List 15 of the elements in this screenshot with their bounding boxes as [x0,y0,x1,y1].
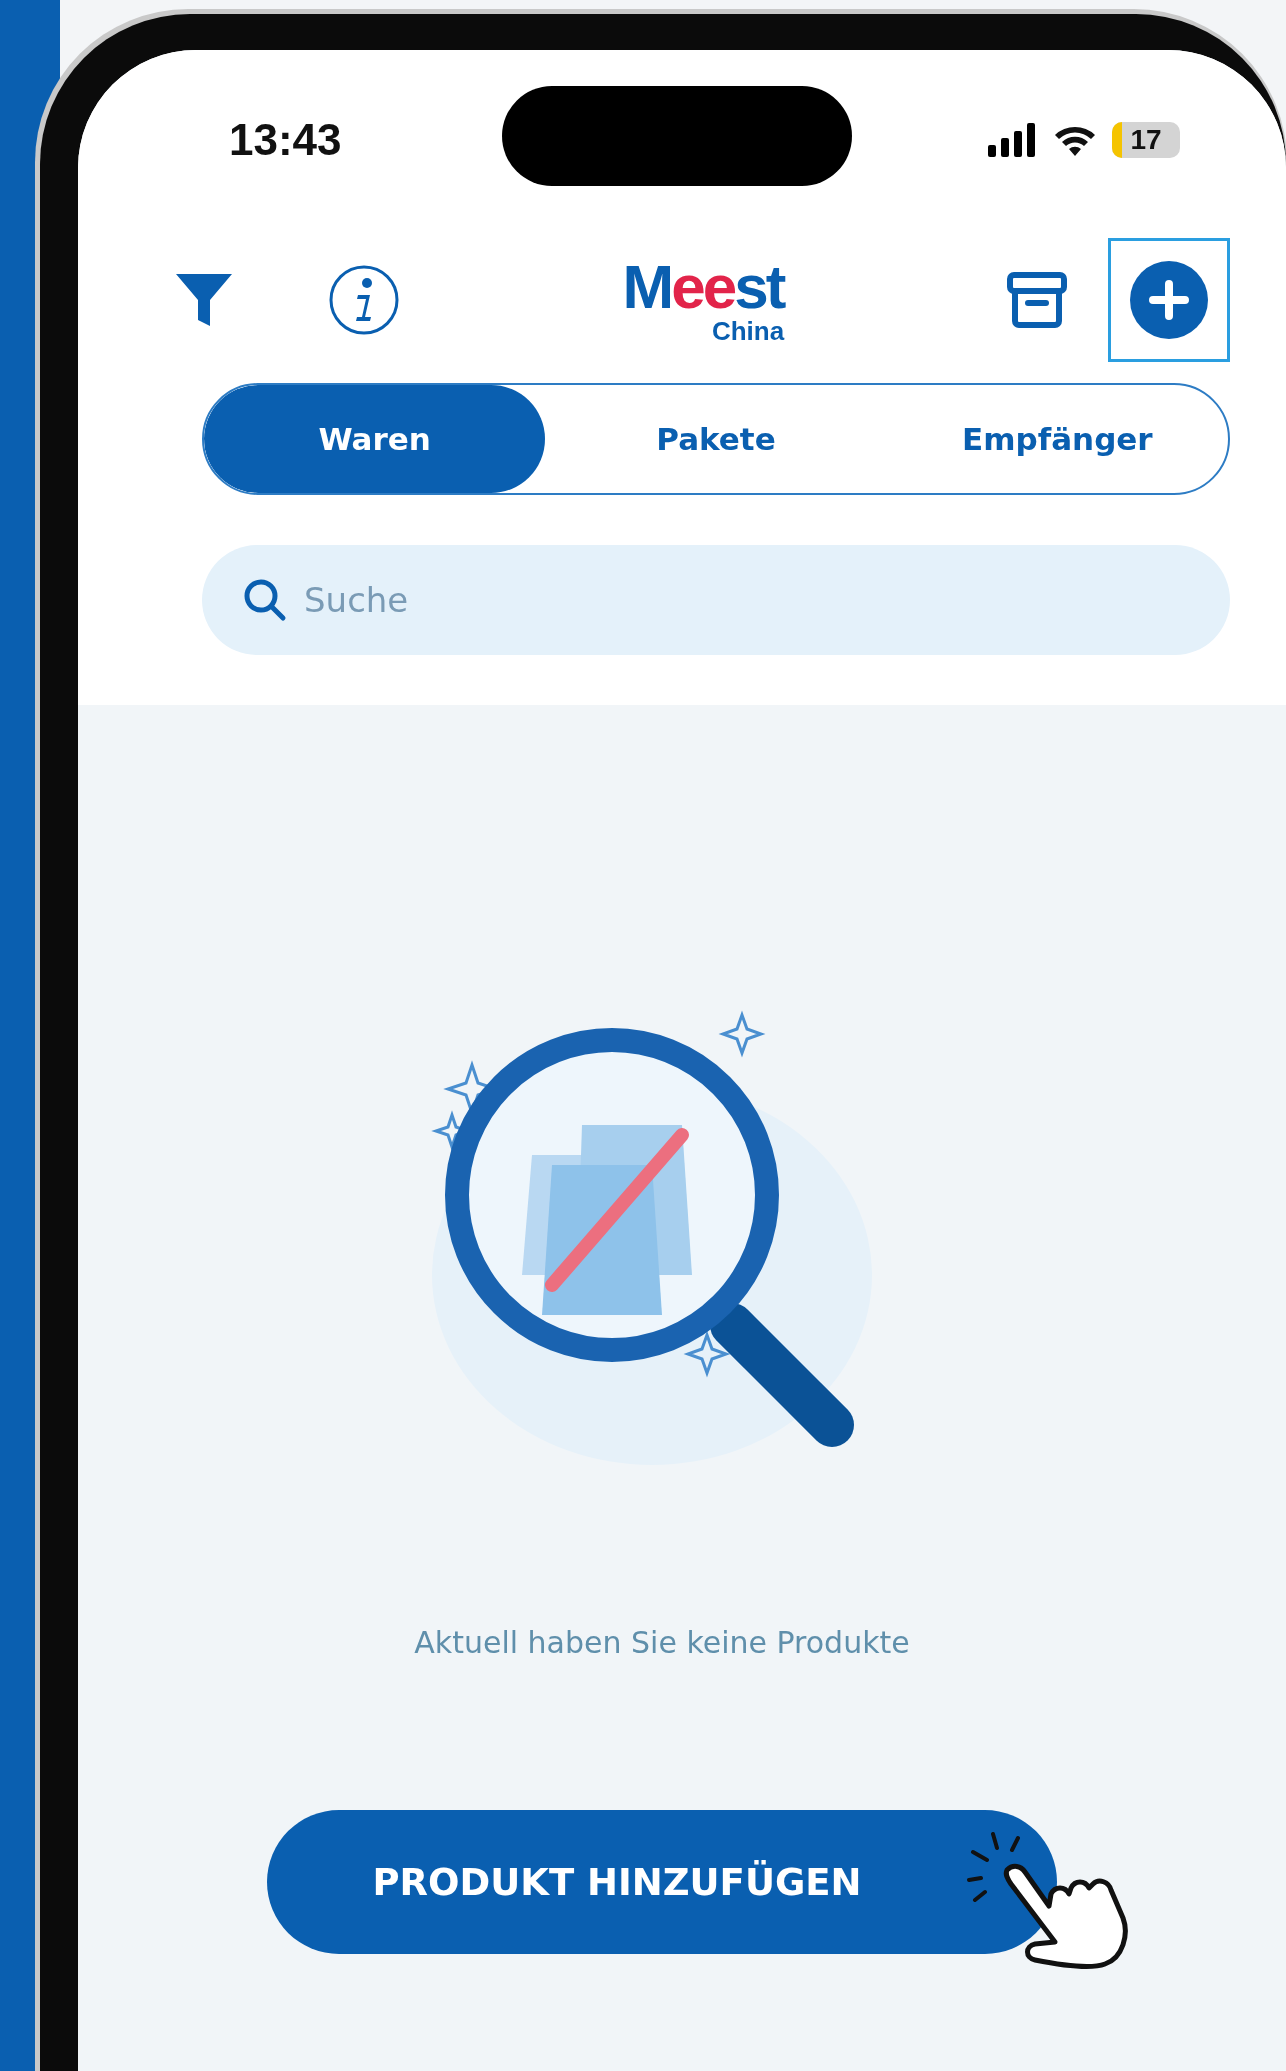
tab[interactable]: Empfänger [886,385,1228,493]
archive-icon[interactable] [1006,269,1068,331]
add-product-button[interactable]: PRODUKT HINZUFÜGEN [267,1810,1057,1954]
search-field[interactable]: Suche [202,545,1230,655]
status-time: 13:43 [229,115,343,165]
battery-indicator: 17 [1112,122,1180,158]
empty-message: Aktuell haben Sie keine Produkte [414,1625,910,1660]
brand-logo: Meest China [621,256,785,344]
search-icon [242,577,288,623]
tab[interactable]: Waren [204,385,546,493]
tab[interactable]: Pakete [545,385,887,493]
plus-icon [1149,280,1189,320]
wifi-icon [1054,124,1096,156]
signal-icon [988,123,1038,157]
info-icon[interactable] [328,264,400,336]
